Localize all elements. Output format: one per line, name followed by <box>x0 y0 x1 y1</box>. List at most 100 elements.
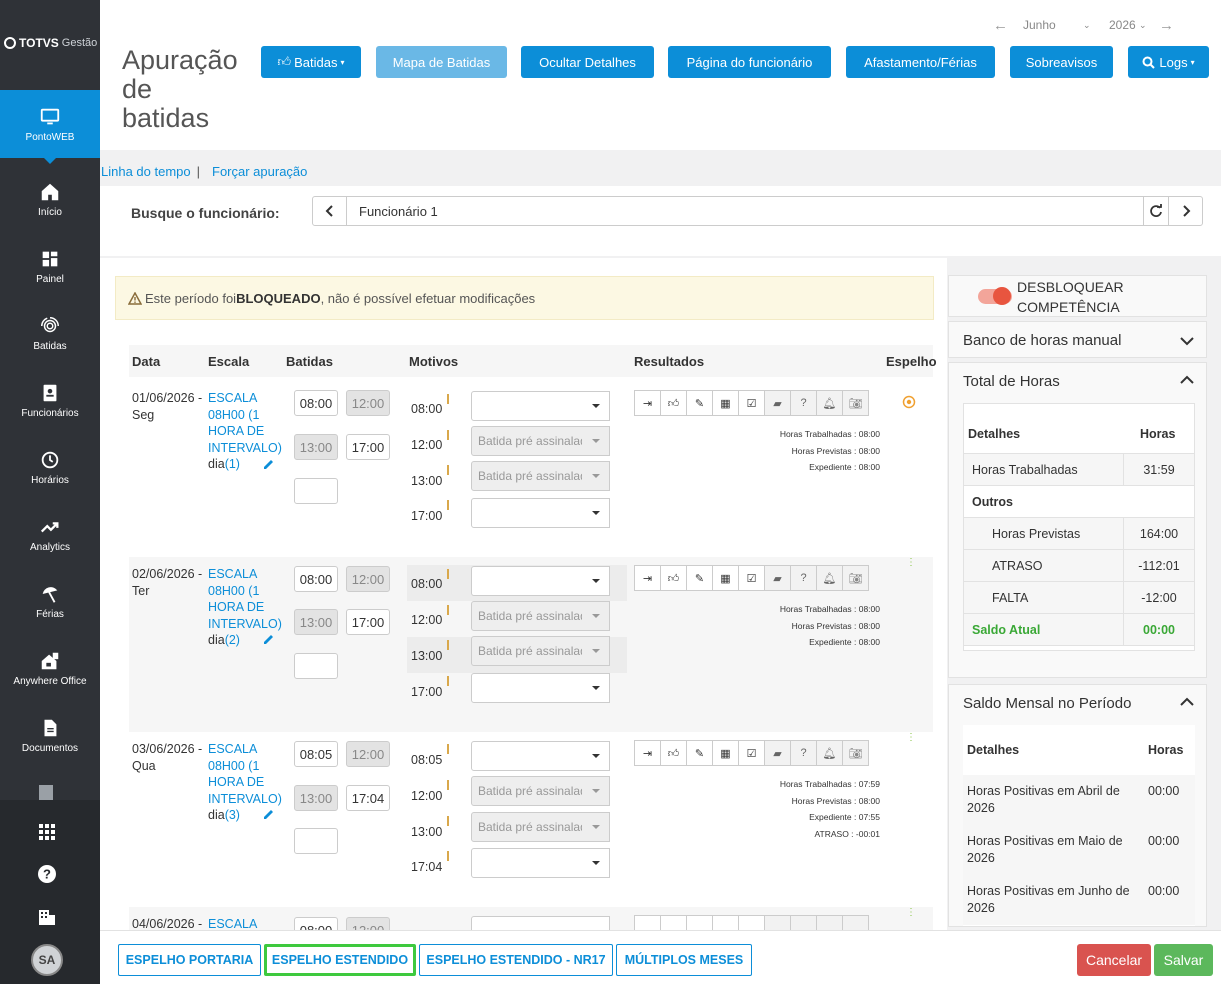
year-select[interactable]: 2026 <box>1109 18 1139 32</box>
batida-input[interactable]: 08:00 <box>294 390 338 416</box>
question-button[interactable] <box>790 915 817 930</box>
motivo-select[interactable] <box>471 566 583 596</box>
batida-input[interactable]: 08:00 <box>294 917 338 930</box>
calendar-button[interactable]: ▦ <box>712 565 739 591</box>
calendar-button[interactable]: ▦ <box>712 390 739 416</box>
motivo-select-toggle[interactable] <box>582 391 610 421</box>
pagina-funcionario-button[interactable]: Página do funcionário <box>668 46 831 78</box>
sidebar-item-pontoweb[interactable]: PontoWEB <box>0 90 100 158</box>
batidas-dropdown-button[interactable]: 👍︎ Batidas ▾ <box>261 46 361 78</box>
motivo-select-toggle[interactable] <box>582 673 610 703</box>
prev-employee-button[interactable] <box>312 196 347 226</box>
camera-button[interactable] <box>842 915 869 930</box>
help-icon[interactable]: ? <box>36 863 58 885</box>
month-select[interactable]: Junho <box>1023 18 1083 32</box>
prev-month-icon[interactable]: ← <box>993 17 1013 34</box>
company-icon[interactable] <box>36 906 58 928</box>
motivo-select[interactable] <box>471 741 583 771</box>
approve-button[interactable]: 👍︎ <box>660 740 687 766</box>
employee-select[interactable]: Funcionário 1 <box>346 196 1144 226</box>
motivo-select-toggle[interactable] <box>582 566 610 596</box>
motivo-select[interactable] <box>471 848 583 878</box>
mapa-batidas-button[interactable]: Mapa de Batidas <box>376 46 507 78</box>
checklist-button[interactable]: ☑ <box>738 565 765 591</box>
comment-button[interactable] <box>764 915 791 930</box>
more-options-icon[interactable]: ⋮ <box>906 908 916 918</box>
save-button[interactable]: Salvar <box>1154 944 1213 976</box>
afastamento-ferias-button[interactable]: Afastamento/Férias <box>846 46 995 78</box>
apps-grid-icon[interactable] <box>36 821 58 843</box>
edit-button[interactable]: ✎ <box>686 390 713 416</box>
more-options-icon[interactable]: ⋮ <box>906 733 916 743</box>
motivo-select-toggle[interactable] <box>582 498 610 528</box>
question-button[interactable]: ? <box>790 565 817 591</box>
camera-button[interactable]: 📷︎ <box>842 390 869 416</box>
sidebar-item-analytics[interactable]: Analytics <box>0 500 100 568</box>
checklist-button[interactable]: ☑ <box>738 740 765 766</box>
batida-input[interactable]: 08:05 <box>294 741 338 767</box>
entry-exit-button[interactable] <box>634 915 661 930</box>
entry-exit-button[interactable]: ⇥ <box>634 565 661 591</box>
edit-button[interactable] <box>686 915 713 930</box>
dia-number[interactable]: (1) <box>225 457 240 471</box>
motivo-select-toggle[interactable] <box>582 848 610 878</box>
camera-button[interactable]: 📷︎ <box>842 565 869 591</box>
next-month-icon[interactable]: → <box>1159 17 1179 34</box>
espelho-nr17-button[interactable]: ESPELHO ESTENDIDO - NR17 <box>419 944 613 976</box>
entry-exit-button[interactable]: ⇥ <box>634 740 661 766</box>
bell-button[interactable] <box>816 915 843 930</box>
motivo-select-toggle[interactable] <box>582 916 610 930</box>
next-employee-button[interactable] <box>1168 196 1203 226</box>
calendar-button[interactable] <box>712 915 739 930</box>
sobreavisos-button[interactable]: Sobreavisos <box>1010 46 1113 78</box>
batida-input[interactable]: 17:00 <box>346 434 390 460</box>
more-options-icon[interactable]: ⋮ <box>906 558 916 568</box>
espelho-estendido-button[interactable]: ESPELHO ESTENDIDO <box>264 944 416 976</box>
bell-button[interactable]: 🔔︎ <box>816 565 843 591</box>
edit-button[interactable]: ✎ <box>686 565 713 591</box>
motivo-select[interactable] <box>471 391 583 421</box>
dia-number[interactable]: (2) <box>225 633 240 647</box>
question-button[interactable]: ? <box>790 740 817 766</box>
bell-button[interactable]: 🔔︎ <box>816 390 843 416</box>
sidebar-item-horarios[interactable]: Horários <box>0 433 100 501</box>
sidebar-item-ferias[interactable]: Férias <box>0 567 100 635</box>
edit-button[interactable]: ✎ <box>686 740 713 766</box>
motivo-select[interactable] <box>471 673 583 703</box>
sidebar-item-documentos[interactable]: Documentos <box>0 701 100 769</box>
batida-input[interactable]: 17:04 <box>346 785 390 811</box>
pencil-icon[interactable] <box>262 458 275 471</box>
camera-button[interactable]: 📷︎ <box>842 740 869 766</box>
calendar-button[interactable]: ▦ <box>712 740 739 766</box>
approve-button[interactable] <box>660 915 687 930</box>
comment-button[interactable]: ▰ <box>764 565 791 591</box>
batida-new-input[interactable] <box>294 653 338 679</box>
question-button[interactable]: ? <box>790 390 817 416</box>
escala-link[interactable]: ESCALA <box>208 917 257 930</box>
batida-input[interactable]: 17:00 <box>346 609 390 635</box>
chevron-up-icon[interactable] <box>1180 375 1194 385</box>
sidebar-item-painel[interactable]: Painel <box>0 232 100 300</box>
pencil-icon[interactable] <box>262 633 275 646</box>
espelho-portaria-button[interactable]: ESPELHO PORTARIA <box>118 944 261 976</box>
checklist-button[interactable]: ☑ <box>738 390 765 416</box>
checklist-button[interactable] <box>738 915 765 930</box>
refresh-button[interactable] <box>1143 196 1169 226</box>
batida-new-input[interactable] <box>294 828 338 854</box>
logs-dropdown-button[interactable]: Logs ▾ <box>1128 46 1209 78</box>
cancel-button[interactable]: Cancelar <box>1077 944 1151 976</box>
sidebar-item-inicio[interactable]: Início <box>0 165 100 233</box>
espelho-status-icon[interactable] <box>902 395 916 409</box>
approve-button[interactable]: 👍︎ <box>660 390 687 416</box>
forcar-apuracao-link[interactable]: Forçar apuração <box>212 164 307 179</box>
batida-new-input[interactable] <box>294 478 338 504</box>
entry-exit-button[interactable]: ⇥ <box>634 390 661 416</box>
truncated-nav-icon[interactable] <box>37 783 57 800</box>
sidebar-item-batidas[interactable]: Batidas <box>0 299 100 367</box>
avatar[interactable]: SA <box>31 944 63 976</box>
comment-button[interactable]: ▰ <box>764 740 791 766</box>
timeline-link[interactable]: Linha do tempo <box>101 164 191 179</box>
chevron-up-icon[interactable] <box>1180 697 1194 707</box>
pencil-icon[interactable] <box>262 808 275 821</box>
sidebar-item-anywhere-office[interactable]: Anywhere Office <box>0 634 100 702</box>
